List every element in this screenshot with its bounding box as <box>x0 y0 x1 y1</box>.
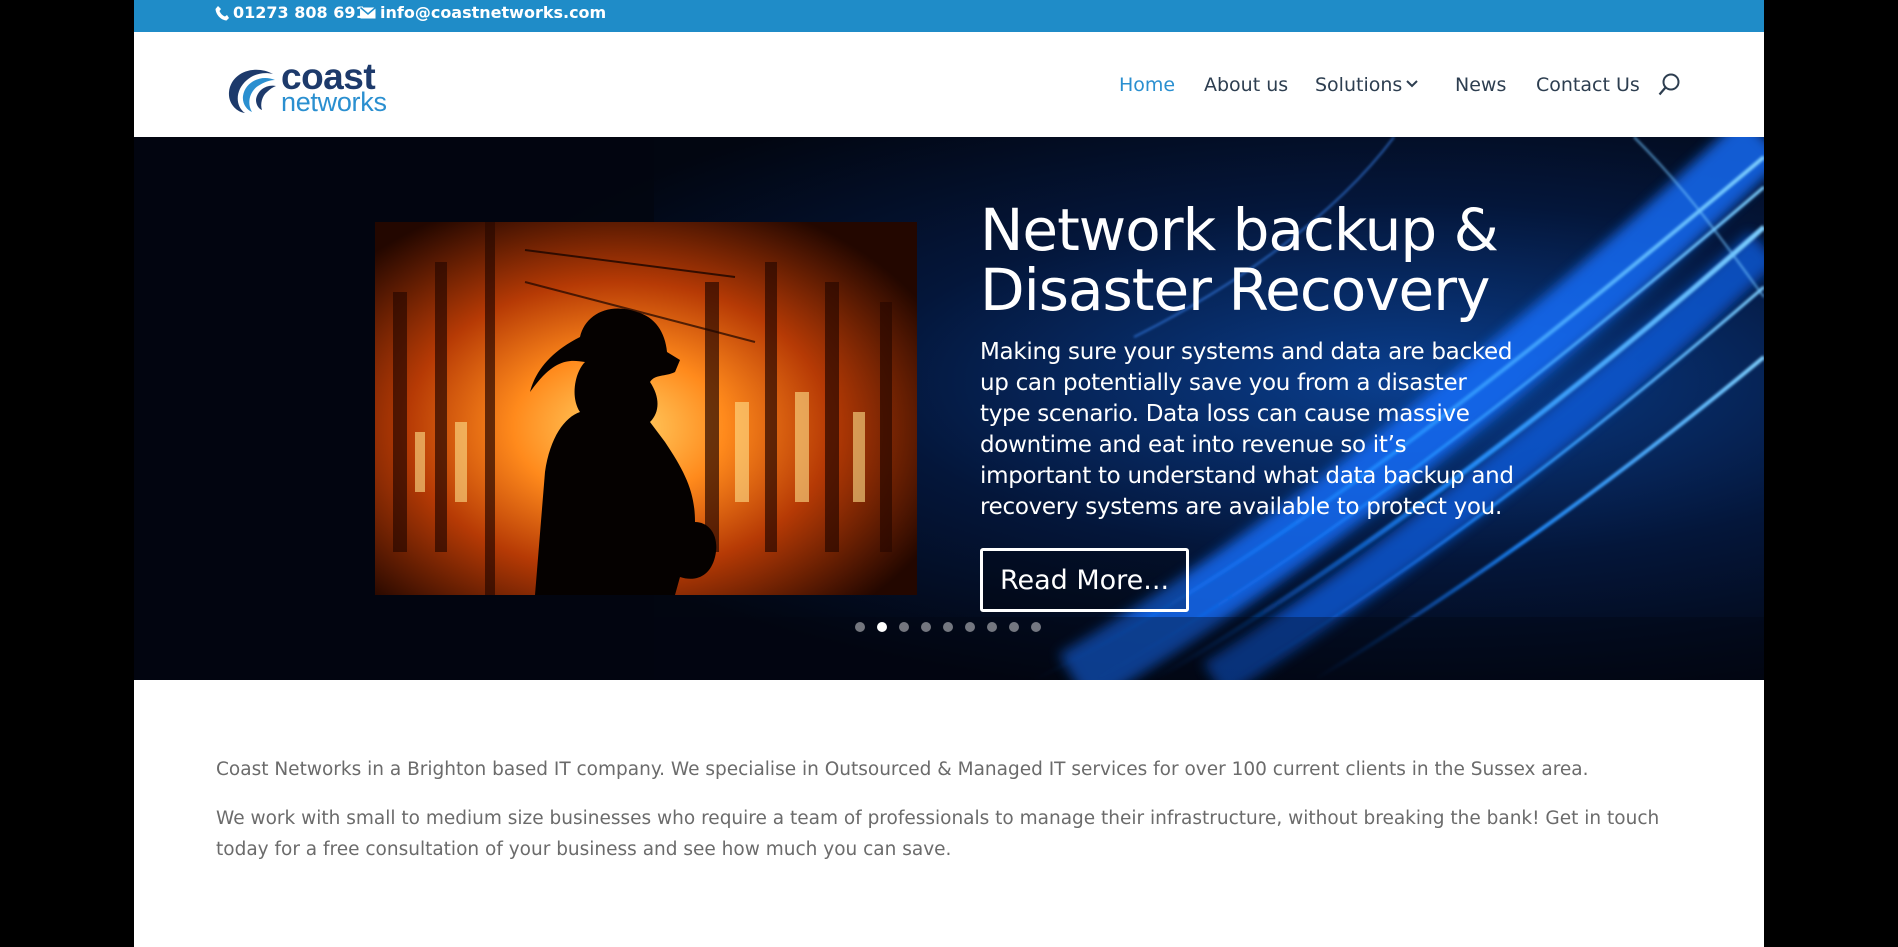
phone-link[interactable]: 01273 808 691 <box>215 3 367 22</box>
phone-number: 01273 808 691 <box>233 3 367 22</box>
nav-item-news[interactable]: News <box>1455 74 1506 96</box>
envelope-icon <box>360 6 376 18</box>
nav-item-about-us[interactable]: About us <box>1204 74 1288 96</box>
page: 01273 808 691 info@coastnetworks.com coa… <box>134 0 1764 947</box>
slider-dot-5[interactable] <box>943 622 953 632</box>
slide-title-line1: Network backup & <box>980 196 1499 264</box>
chevron-down-icon[interactable] <box>1406 79 1418 89</box>
hero-slider: Network backup & Disaster Recovery Makin… <box>134 137 1764 680</box>
slider-dot-3[interactable] <box>899 622 909 632</box>
slider-dot-4[interactable] <box>921 622 931 632</box>
site-header: coast networks Home About us Solutions N… <box>134 32 1764 137</box>
top-contact-bar: 01273 808 691 info@coastnetworks.com <box>134 0 1764 32</box>
slider-dot-9[interactable] <box>1031 622 1041 632</box>
slider-dot-1[interactable] <box>855 622 865 632</box>
read-more-button[interactable]: Read More... <box>980 548 1189 612</box>
nav-item-contact-us[interactable]: Contact Us <box>1536 74 1640 96</box>
slider-dot-7[interactable] <box>987 622 997 632</box>
nav-item-solutions[interactable]: Solutions <box>1315 74 1402 96</box>
slide-description: Making sure your systems and data are ba… <box>980 339 1514 520</box>
email-link[interactable]: info@coastnetworks.com <box>360 3 606 22</box>
slider-pagination <box>855 622 1041 632</box>
intro-paragraph-1: Coast Networks in a Brighton based IT co… <box>216 759 1589 780</box>
nav-item-home[interactable]: Home <box>1119 74 1175 96</box>
main-nav: Home About us Solutions News Contact Us <box>134 74 1764 98</box>
search-icon[interactable] <box>1658 72 1682 98</box>
slide-title-line2: Disaster Recovery <box>980 256 1490 324</box>
slider-dot-2[interactable] <box>877 622 887 632</box>
slide-image-firefighter <box>375 222 917 595</box>
email-address: info@coastnetworks.com <box>380 3 607 22</box>
phone-icon <box>215 5 229 20</box>
intro-paragraph-2: We work with small to medium size busine… <box>216 808 1660 860</box>
intro-content: Coast Networks in a Brighton based IT co… <box>216 754 1686 883</box>
slider-dot-8[interactable] <box>1009 622 1019 632</box>
slider-dot-6[interactable] <box>965 622 975 632</box>
slide-title: Network backup & Disaster Recovery <box>980 200 1540 320</box>
